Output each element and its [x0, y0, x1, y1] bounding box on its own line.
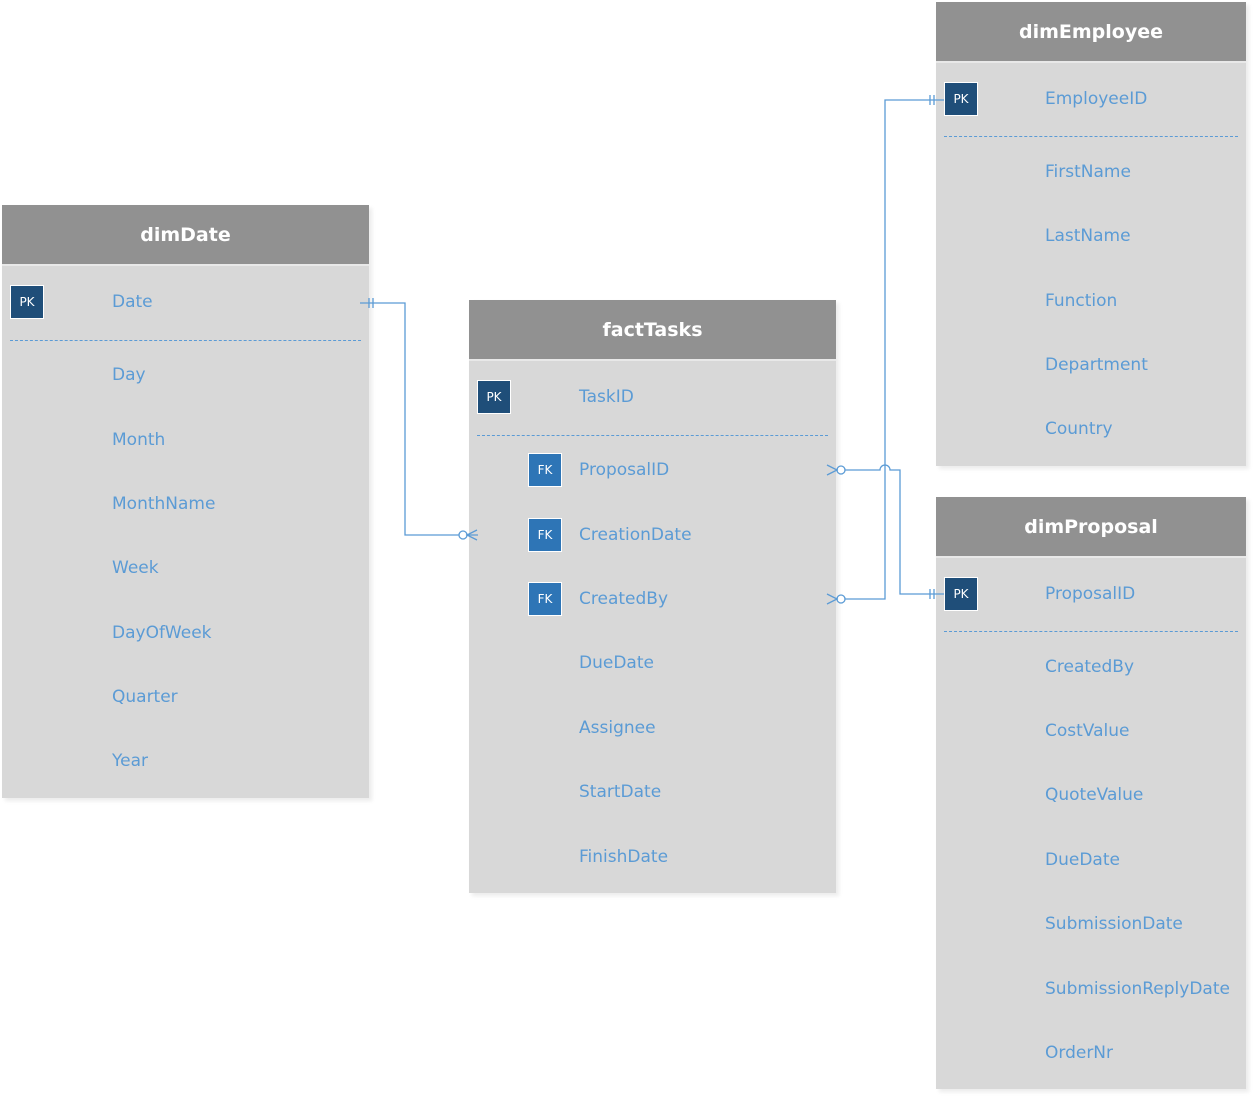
connector-date-creationdate[interactable] [360, 298, 478, 541]
connector-employee-createdby[interactable] [826, 95, 944, 605]
relationship-connectors [360, 95, 944, 605]
